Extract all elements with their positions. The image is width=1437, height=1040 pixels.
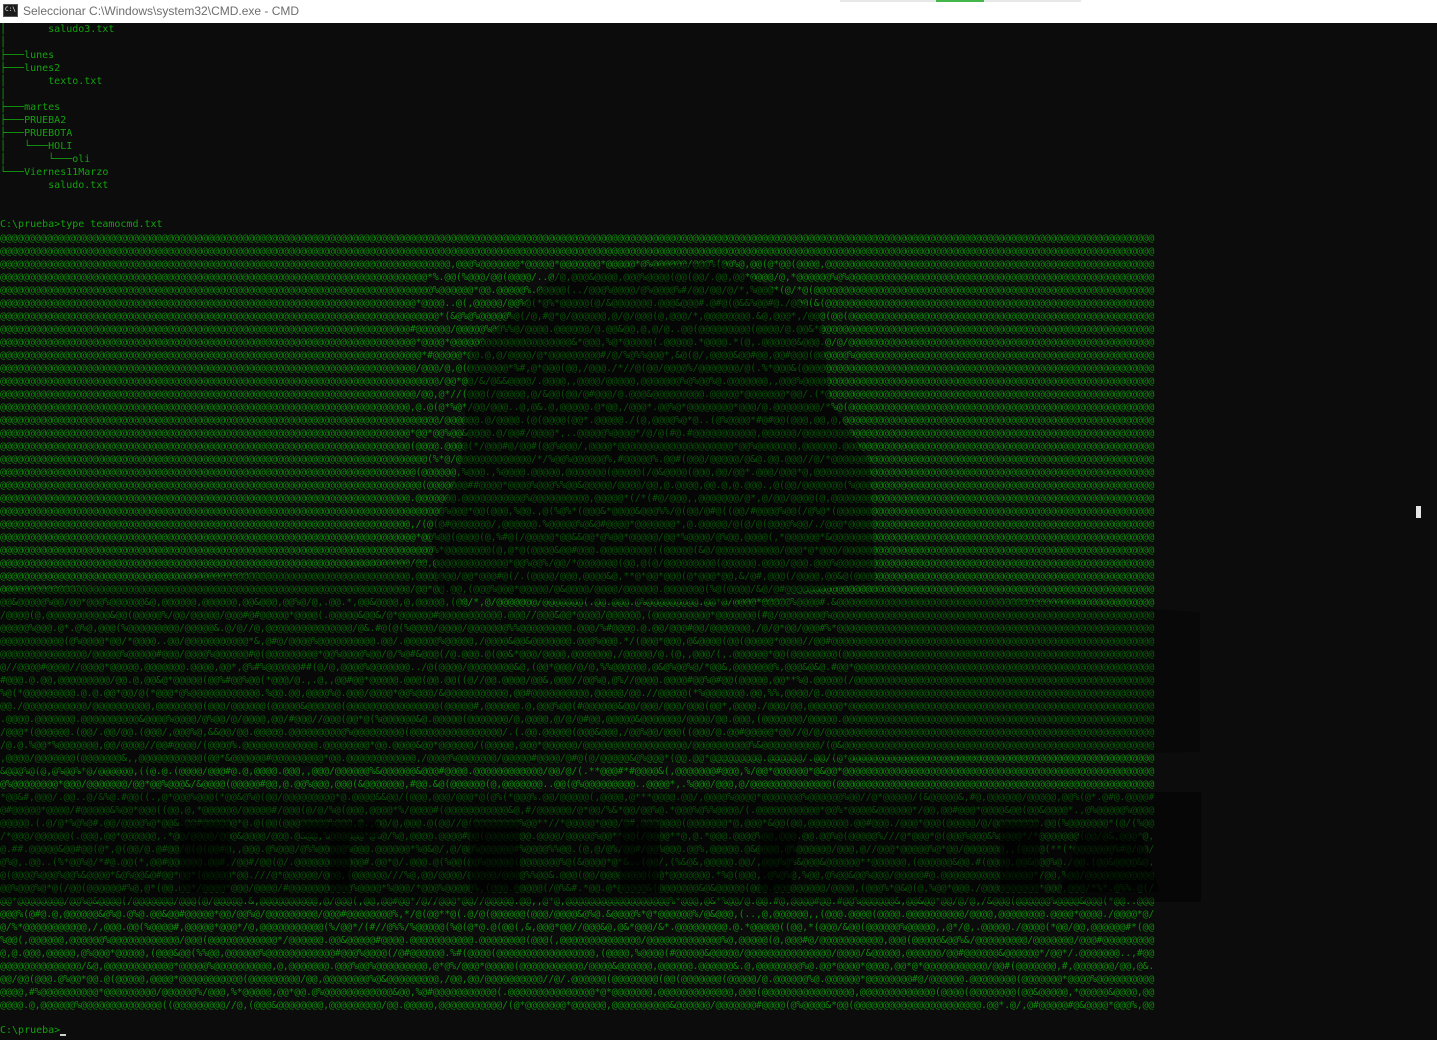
tree-line: │ saludo3.txt	[0, 24, 115, 35]
text-cursor	[60, 1034, 67, 1036]
tree-line: ├───PRUEBA2	[0, 115, 67, 126]
taskbar-strip-active	[936, 0, 984, 2]
ascii-art-output: @@@@@@@@@@@@@@@@@@@@@@@@@@@@@@@@@@@@@@@@…	[0, 232, 1201, 1012]
tree-line: └───Viernes11Marzo	[0, 167, 109, 178]
type-command-line: C:\prueba>type teamocmd.txt	[0, 219, 163, 230]
taskbar-strip	[984, 0, 1081, 2]
ascii-art-shading	[0, 262, 1201, 902]
prompt-line[interactable]: C:\prueba>	[0, 1024, 67, 1037]
tree-line: ├───lunes	[0, 50, 55, 61]
window-title: Seleccionar C:\Windows\system32\CMD.exe …	[23, 4, 300, 18]
tree-line: │ └───oli	[0, 154, 91, 165]
title-bar: Seleccionar C:\Windows\system32\CMD.exe …	[0, 0, 1437, 23]
tree-line: ├───PRUEBOTA	[0, 128, 73, 139]
console-output[interactable]: │ saludo3.txt │ ├───lunes ├───lunes2 │ texto…	[0, 23, 1437, 1040]
tree-line: saludo.txt	[0, 180, 109, 191]
tree-line: │ texto.txt	[0, 76, 103, 87]
taskbar-strip	[840, 0, 936, 2]
scroll-marker	[1416, 506, 1421, 518]
cmd-console-icon	[3, 4, 18, 17]
tree-line: │ └───HOLI	[0, 141, 73, 152]
portrait-shadow	[430, 262, 875, 602]
tree-line: ├───martes	[0, 102, 61, 113]
tree-line: │	[0, 37, 7, 48]
prompt-text: C:\prueba>	[0, 1025, 61, 1036]
tree-line: ├───lunes2	[0, 63, 61, 74]
tree-line: │	[0, 89, 7, 100]
